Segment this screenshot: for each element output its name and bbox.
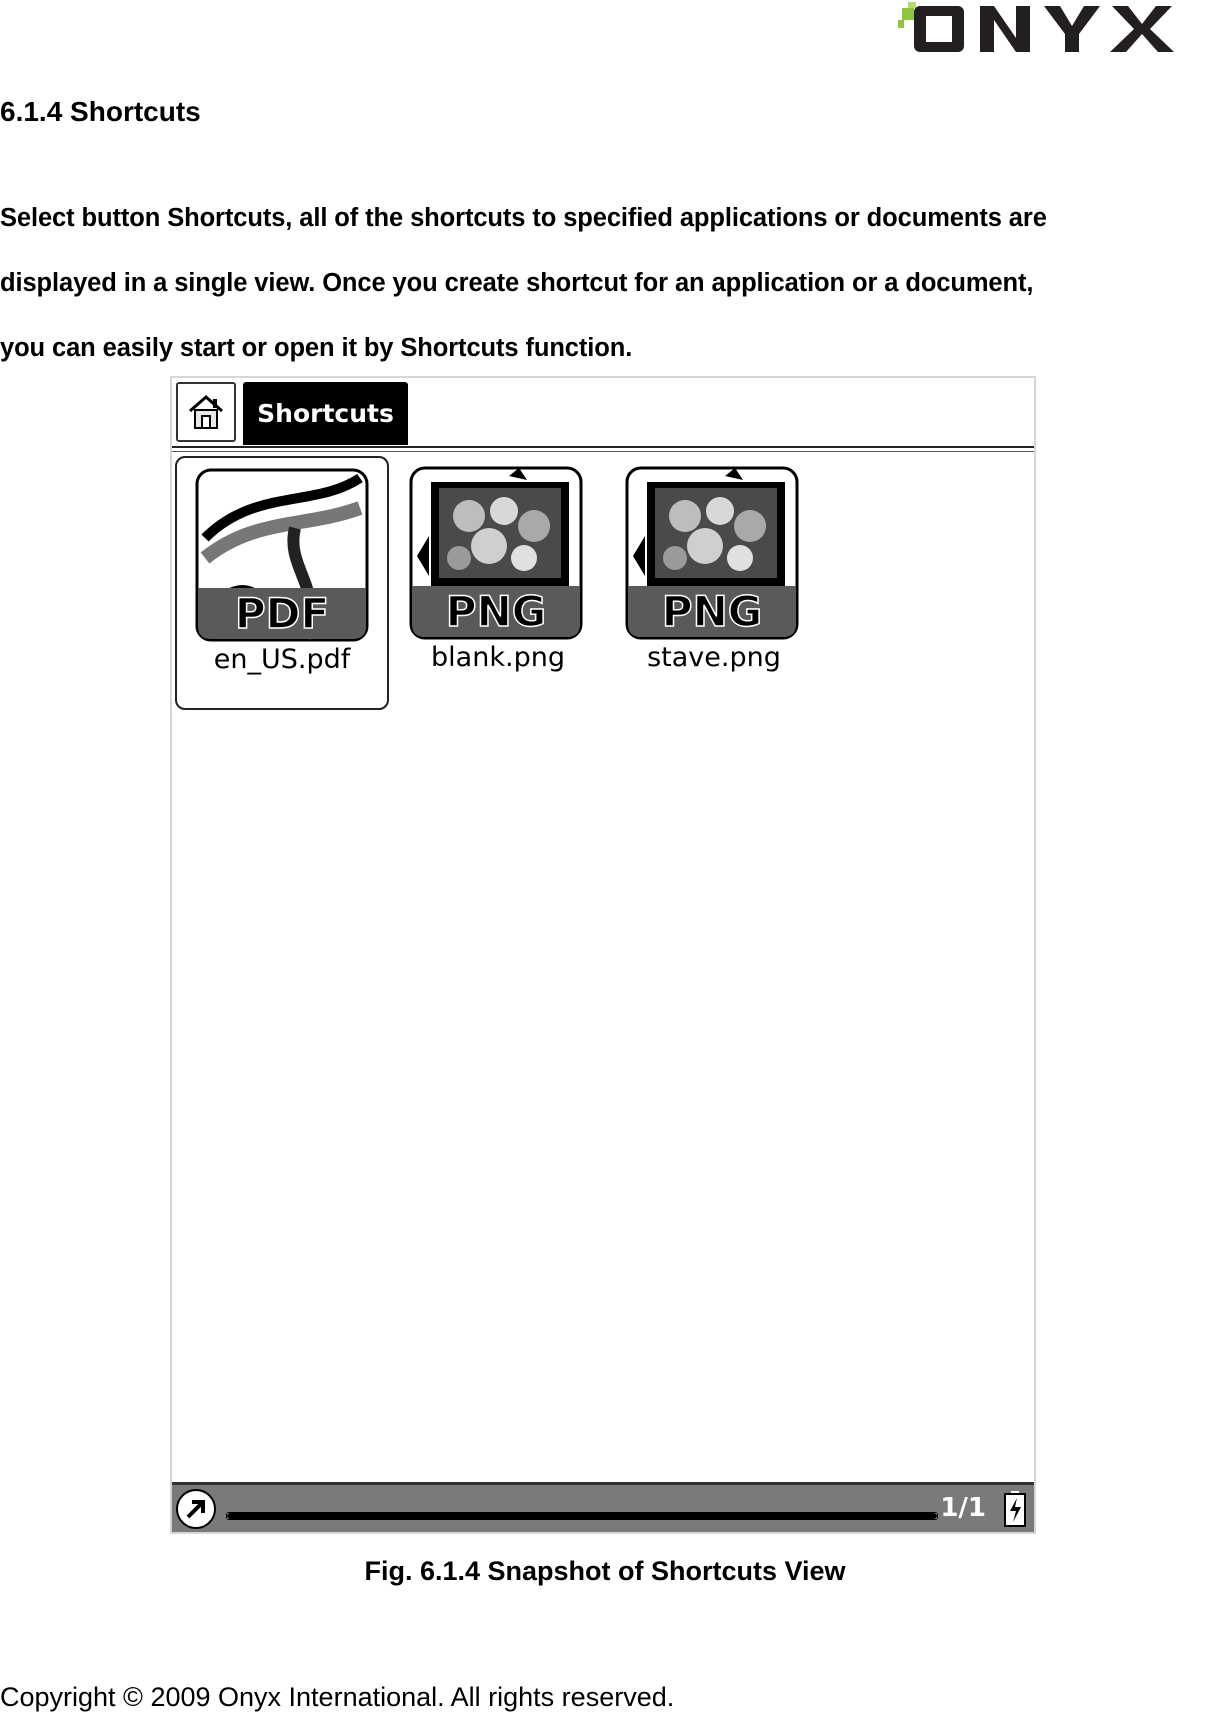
file-badge: PNG bbox=[446, 587, 546, 636]
onyx-logo bbox=[898, 2, 1174, 52]
home-button[interactable] bbox=[176, 382, 236, 442]
tab-divider bbox=[172, 451, 1034, 452]
copyright-footer: Copyright © 2009 Onyx International. All… bbox=[0, 1682, 675, 1712]
section-title: 6.1.4 Shortcuts bbox=[0, 96, 201, 127]
shortcut-item[interactable]: PNG blank.png bbox=[391, 456, 605, 710]
battery-charging-icon bbox=[1004, 1491, 1026, 1527]
home-icon bbox=[189, 395, 223, 429]
png-file-icon: PNG bbox=[625, 466, 799, 640]
page-indicator: 1/1 bbox=[940, 1493, 986, 1523]
figure-caption: Fig. 6.1.4 Snapshot of Shortcuts View bbox=[364, 1556, 846, 1586]
back-button[interactable] bbox=[176, 1489, 216, 1529]
pdf-file-icon: PDF bbox=[195, 468, 369, 642]
shortcut-item[interactable]: PDF en_US.pdf bbox=[175, 456, 389, 710]
file-badge: PDF bbox=[235, 589, 329, 638]
body-paragraph: Select button Shortcuts, all of the shor… bbox=[0, 186, 1210, 381]
file-badge: PNG bbox=[662, 587, 762, 636]
paragraph-line: Select button Shortcuts, all of the shor… bbox=[0, 204, 1047, 232]
shortcuts-view-screenshot: Shortcuts PDF en_US.pdf PNG blank.png PN… bbox=[170, 376, 1036, 1534]
shortcut-label: blank.png bbox=[431, 642, 565, 673]
page-progress-fill bbox=[227, 1513, 937, 1519]
paragraph-line: you can easily start or open it by Short… bbox=[0, 334, 633, 362]
status-bar: 1/1 bbox=[172, 1482, 1034, 1532]
back-arrow-icon bbox=[186, 1500, 205, 1519]
tab-divider bbox=[172, 446, 1034, 448]
shortcut-item[interactable]: PNG stave.png bbox=[607, 456, 821, 710]
tab-shortcuts[interactable]: Shortcuts bbox=[243, 382, 408, 445]
page-progress-bar[interactable] bbox=[226, 1512, 938, 1520]
png-file-icon: PNG bbox=[409, 466, 583, 640]
paragraph-line: displayed in a single view. Once you cre… bbox=[0, 269, 1034, 297]
shortcut-label: stave.png bbox=[647, 642, 781, 673]
shortcut-label: en_US.pdf bbox=[213, 644, 351, 675]
